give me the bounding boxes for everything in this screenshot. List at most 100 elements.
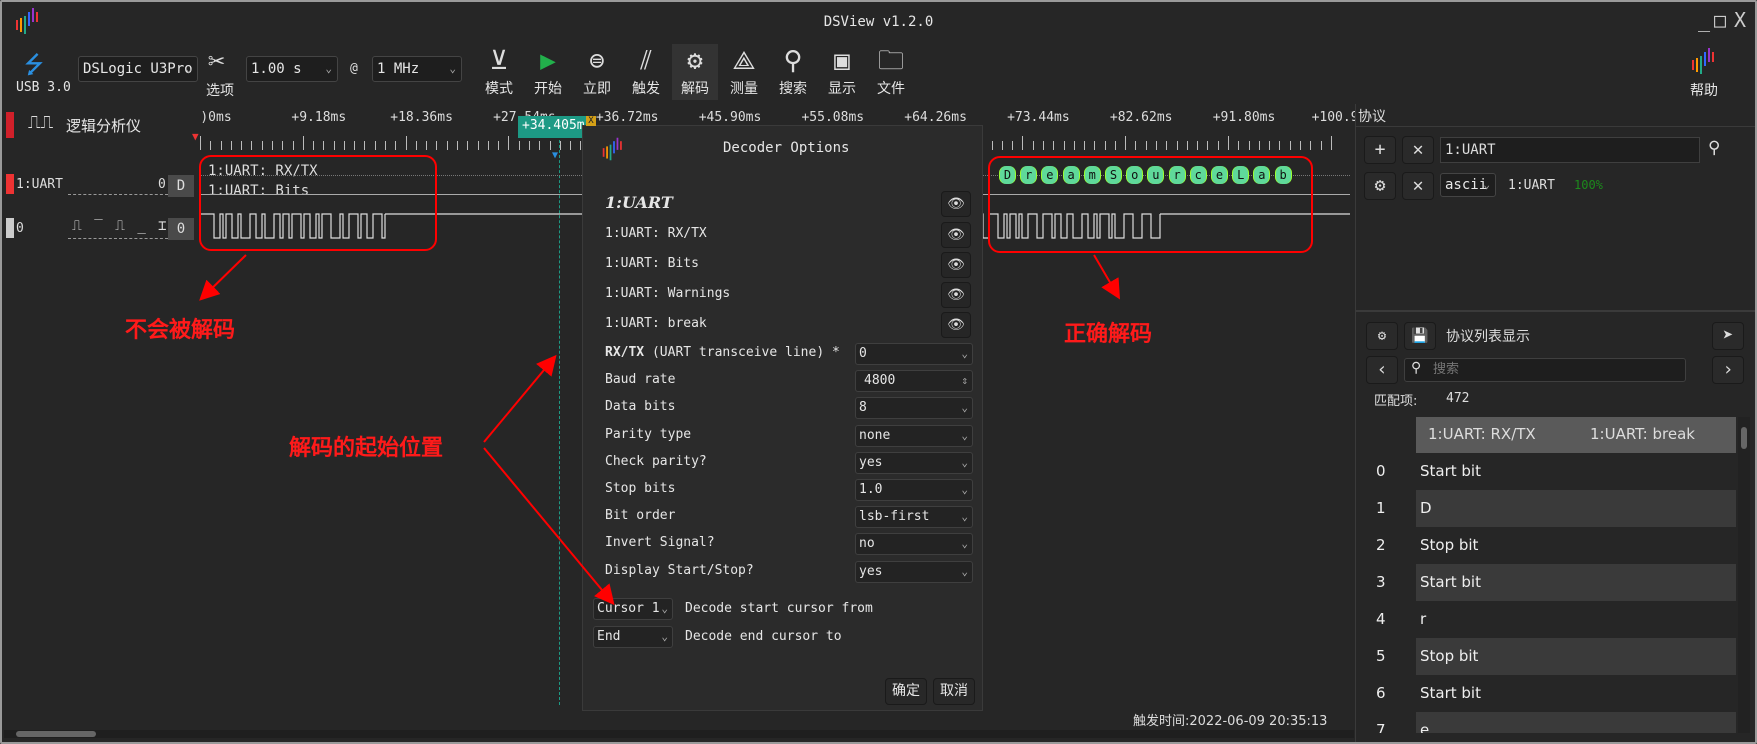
next-button[interactable]: › (1712, 356, 1744, 384)
help-label[interactable]: 帮助 (1690, 80, 1718, 100)
list-search-icon: ⚲ (1411, 360, 1422, 376)
search-icon[interactable]: ⚲ (1708, 138, 1720, 158)
option-label: Bit order (605, 508, 675, 523)
horizontal-scrollbar[interactable] (4, 730, 1354, 738)
tool-mode[interactable]: ⊻ 模式 (476, 44, 522, 98)
tool-label: 文件 (877, 81, 905, 97)
list-settings-button[interactable]: ⚙ (1366, 322, 1398, 350)
search-icon: ⚲ (783, 46, 803, 76)
close-button[interactable]: X (1734, 8, 1746, 32)
chevron-down-icon[interactable]: ⌄ (961, 398, 968, 418)
cursor-handle-icon[interactable]: ▼ (552, 150, 558, 161)
remove-decoder-button[interactable]: ✕ (1402, 136, 1434, 164)
tool-instant[interactable]: ⊜ 立即 (574, 44, 620, 98)
row-index: 6 (1376, 684, 1386, 702)
duration-select[interactable]: 1.00 s ⌄ (246, 56, 338, 82)
option-select-bit-order[interactable]: lsb-first ⌄ (855, 506, 973, 529)
column-header-break[interactable]: 1:UART: break (1590, 425, 1695, 443)
list-item[interactable]: 0 Start bit (1362, 453, 1722, 490)
maximize-button[interactable]: □ (1714, 8, 1726, 32)
ruler-tick-label: +9.18ms (291, 110, 347, 125)
column-header-rxtx[interactable]: 1:UART: RX/TX (1428, 425, 1536, 443)
ruler-tick-label: +64.26ms (904, 110, 967, 125)
ruler-tick (251, 141, 253, 150)
device-select[interactable]: DSLogic U3Pro ⌄ (78, 56, 198, 82)
cursor-close-icon[interactable]: X (586, 116, 596, 126)
start-cursor-select[interactable]: Cursor 1 ⌄ (593, 598, 673, 620)
option-label: RX/TX (UART transceive line) * (605, 345, 840, 360)
list-item[interactable]: 7e (1362, 712, 1736, 733)
option-select-data-bits[interactable]: 8 ⌄ (855, 397, 973, 420)
horizontal-scrollbar-thumb[interactable] (16, 731, 96, 737)
option-select-stop-bits[interactable]: 1.0 ⌄ (855, 479, 973, 501)
end-cursor-select[interactable]: End ⌄ (593, 626, 673, 648)
option-select-rx-tx[interactable]: 0 ⌄ (855, 343, 973, 365)
list-item[interactable]: 2 Stop bit (1362, 527, 1722, 564)
eye-icon[interactable]: 👁 (941, 312, 971, 338)
list-scrollbar-thumb[interactable] (1741, 427, 1747, 449)
uart-badge[interactable]: D (168, 175, 194, 197)
option-select-display-start-stop-[interactable]: yes ⌄ (855, 560, 973, 583)
decoder-settings-button[interactable]: ⚙ (1364, 172, 1396, 200)
list-item[interactable]: 4r (1362, 601, 1722, 638)
help-logo-icon[interactable] (1690, 46, 1720, 80)
option-select-parity-type[interactable]: none ⌄ (855, 424, 973, 447)
list-item[interactable]: 3 Start bit (1362, 564, 1736, 601)
chevron-down-icon[interactable]: ⌄ (961, 426, 968, 446)
options-label[interactable]: 选项 (206, 80, 234, 100)
list-item[interactable]: 6 Start bit (1362, 675, 1722, 712)
tool-search[interactable]: ⚲ 搜索 (770, 44, 816, 98)
eye-icon[interactable]: 👁 (941, 191, 971, 217)
tool-decode[interactable]: ⚙ 解码 (672, 44, 718, 100)
samplerate-select[interactable]: 1 MHz ⌄ (372, 56, 462, 82)
dialog-logo (601, 136, 627, 166)
ch0-name[interactable]: 0 (16, 221, 24, 236)
option-value: yes (859, 563, 883, 579)
option-select-invert-signal-[interactable]: no ⌄ (855, 533, 973, 556)
list-search-input[interactable] (1433, 361, 1673, 376)
ch0-divider (68, 238, 168, 239)
ruler-tick (570, 141, 572, 150)
list-search-field[interactable]: ⚲ (1404, 358, 1686, 382)
uart-channel-name[interactable]: 1:UART (16, 177, 63, 192)
option-select-check-parity-[interactable]: yes ⌄ (855, 451, 973, 474)
list-item[interactable]: 1D (1362, 490, 1736, 527)
tool-measure[interactable]: ⟁ 测量 (721, 44, 767, 98)
chevron-down-icon[interactable]: ⌄ (961, 480, 968, 500)
ruler-tick (1330, 136, 1332, 150)
ok-button[interactable]: 确定 (885, 678, 927, 705)
cancel-button[interactable]: 取消 (933, 678, 975, 705)
list-item[interactable]: 5 Stop bit (1362, 638, 1736, 675)
remove-decoder-row-button[interactable]: ✕ (1402, 172, 1434, 200)
eye-icon[interactable]: 👁 (941, 282, 971, 308)
locate-icon[interactable]: ➤ (1712, 322, 1744, 350)
option-select-baud-rate[interactable]: 4800 ⇕ (855, 370, 973, 393)
row-index: 4 (1376, 610, 1386, 628)
eye-icon[interactable]: 👁 (941, 222, 971, 248)
chevron-down-icon[interactable]: ⌄ (961, 507, 968, 527)
save-icon[interactable]: 💾 (1404, 322, 1436, 350)
chevron-down-icon[interactable]: ⌄ (961, 562, 968, 582)
ruler-tick (261, 141, 263, 150)
tool-trigger[interactable]: ⫽ 触发 (623, 44, 669, 98)
ch0-badge[interactable]: 0 (168, 218, 194, 240)
trigger-setting-icons[interactable]: ⎍ ‾ ⎍ _ ⌶ (72, 218, 169, 234)
minimize-button[interactable]: _ (1698, 8, 1710, 32)
add-decoder-button[interactable]: + (1364, 136, 1396, 164)
list-scrollbar[interactable] (1738, 417, 1750, 733)
chevron-down-icon[interactable]: ⌄ (961, 344, 968, 364)
panel-splitter[interactable] (1356, 310, 1756, 312)
format-select[interactable]: ascii ⌄ (1440, 173, 1496, 197)
start-cursor-label: Decode start cursor from (685, 601, 873, 616)
spinner-icon[interactable]: ⇕ (961, 371, 968, 391)
eye-icon[interactable]: 👁 (941, 252, 971, 278)
decoder-search-input[interactable]: 1:UART (1440, 137, 1700, 163)
tool-file[interactable]: 🗀 文件 (868, 44, 914, 98)
options-icon[interactable]: ✂ (208, 44, 225, 77)
chevron-down-icon[interactable]: ⌄ (961, 534, 968, 554)
tool-display[interactable]: ▣ 显示 (819, 44, 865, 98)
ruler-tick (1310, 141, 1312, 150)
prev-button[interactable]: ‹ (1366, 356, 1398, 384)
chevron-down-icon[interactable]: ⌄ (961, 453, 968, 473)
tool-play[interactable]: ▶ 开始 (525, 44, 571, 98)
